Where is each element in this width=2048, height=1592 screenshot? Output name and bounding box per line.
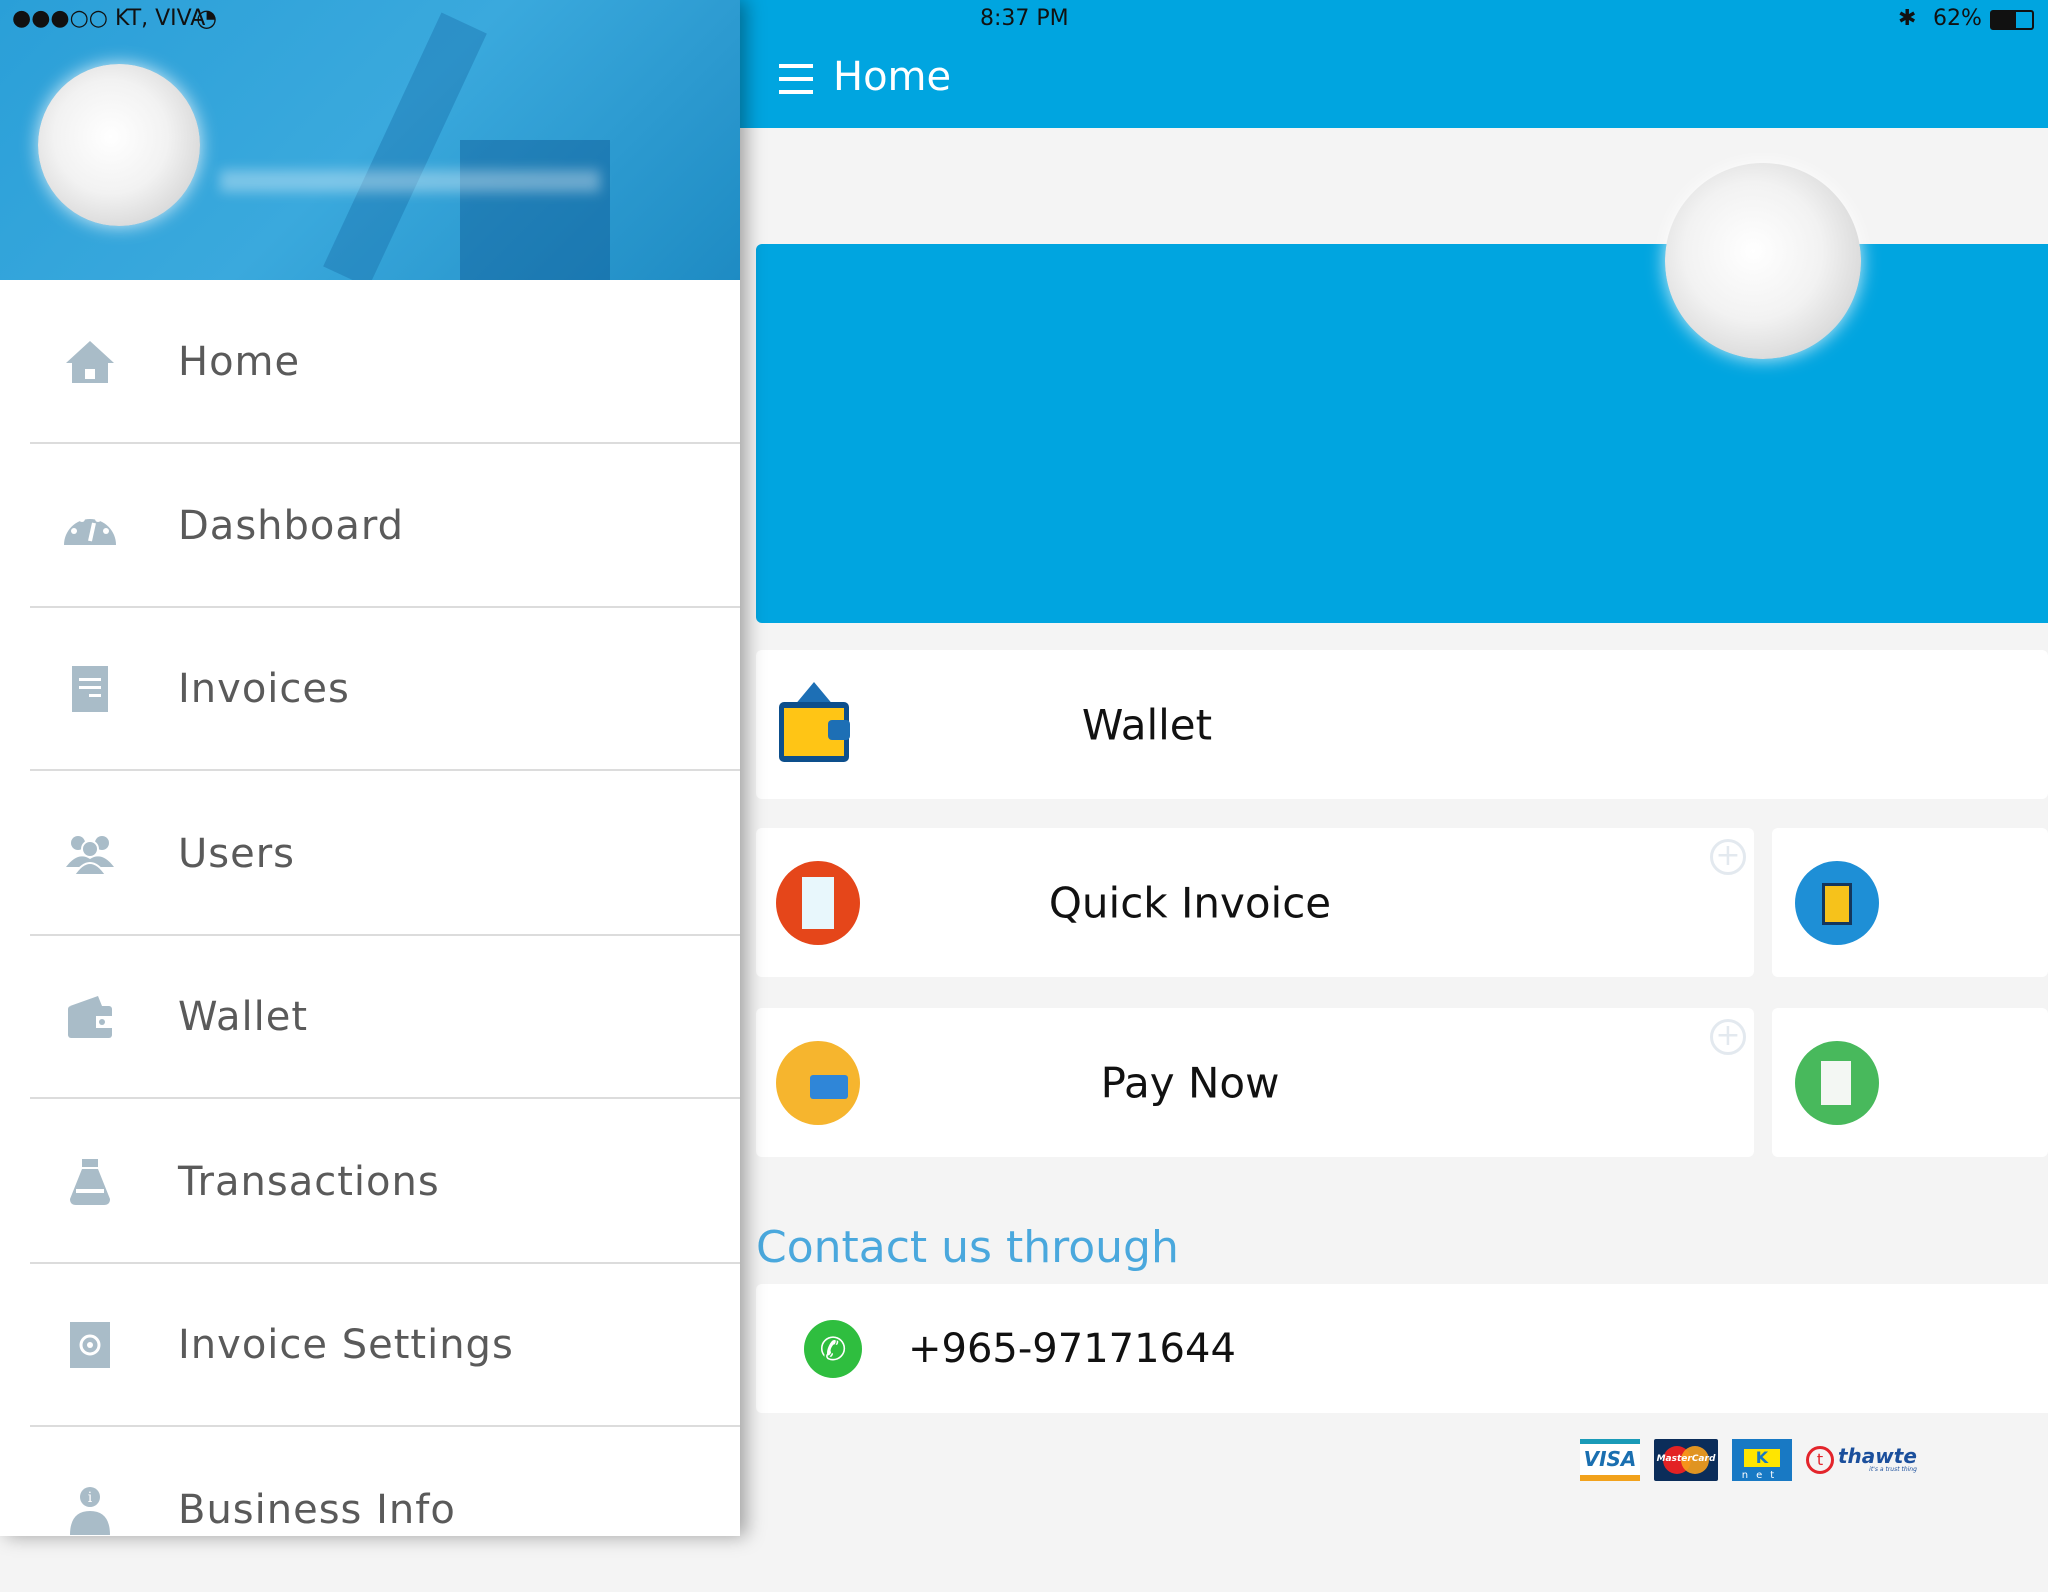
document-card[interactable] [1772, 1008, 2048, 1157]
whatsapp-contact[interactable]: ✆ +965-97171644 [756, 1284, 2048, 1413]
page-title: Home [833, 54, 952, 100]
wallet-label: Wallet [1081, 700, 1213, 749]
drawer-item-wallet[interactable]: Wallet [0, 935, 740, 1099]
battery-icon [1990, 10, 2034, 30]
drawer-item-invoices[interactable]: Invoices [0, 607, 740, 771]
dashboard-icon [64, 516, 116, 545]
receipt-icon [776, 860, 860, 945]
quick-invoice-label: Quick Invoice [1048, 878, 1332, 927]
navigation-drawer: ●●●○○ KT, VIVA ◔ Home Dashboard Invoices… [0, 0, 740, 1536]
contact-title: Contact us through [756, 1222, 1179, 1273]
battery-percent: 62% [1933, 6, 1982, 31]
logo-orb [38, 64, 200, 226]
drawer-item-invoice-settings[interactable]: Invoice Settings [0, 1263, 740, 1427]
drawer-item-label: Business Info [178, 1487, 456, 1533]
document-user-icon [1795, 1040, 1879, 1125]
add-icon[interactable]: + [1710, 1019, 1746, 1055]
drawer-item-users[interactable]: Users [0, 772, 740, 936]
drawer-item-label: Users [178, 831, 296, 877]
top-app-bar: 8:37 PM ✱ 62% Home [740, 0, 2048, 128]
credit-card-icon [776, 1040, 860, 1125]
svg-text:i: i [88, 1490, 93, 1506]
drawer-item-label: Transactions [178, 1159, 440, 1205]
drawer-header-image: ●●●○○ KT, VIVA ◔ [0, 0, 740, 280]
invoice-icon [72, 666, 108, 712]
carrier-status: ●●●○○ KT, VIVA [12, 6, 206, 31]
wifi-icon: ◔ [196, 4, 217, 32]
banner [756, 244, 2048, 623]
mastercard-logo: MasterCard [1654, 1438, 1718, 1481]
drawer-item-label: Dashboard [178, 503, 405, 549]
bluetooth-icon: ✱ [1898, 6, 1917, 31]
visa-logo: VISA [1580, 1438, 1640, 1481]
drawer-item-label: Invoices [178, 666, 350, 712]
logo-orb [1665, 163, 1861, 359]
pos-terminal-icon [1795, 860, 1879, 945]
drawer-item-label: Home [178, 339, 301, 385]
business-info-icon: i [70, 1487, 110, 1535]
thawte-logo: t thawte it's a trust thing [1806, 1445, 1917, 1474]
payment-logos: VISA MasterCard K net t thawte it's a tr… [1580, 1437, 1917, 1482]
status-time: 8:37 PM [980, 6, 1069, 31]
home-screen: 8:37 PM ✱ 62% Home Wallet Quick Invoice … [740, 0, 2048, 1536]
drawer-item-label: Invoice Settings [178, 1322, 514, 1368]
pay-now-card[interactable]: Pay Now + [756, 1008, 1754, 1157]
knet-logo: K net [1732, 1438, 1792, 1481]
add-icon[interactable]: + [1710, 839, 1746, 875]
drawer-item-business-info[interactable]: i Business Info [0, 1428, 740, 1592]
drawer-item-transactions[interactable]: Transactions [0, 1100, 740, 1264]
home-icon [66, 341, 114, 383]
wallet-card[interactable]: Wallet [756, 650, 2048, 799]
settings-icon [70, 1322, 110, 1368]
whatsapp-icon: ✆ [804, 1320, 862, 1378]
quick-invoice-card[interactable]: Quick Invoice + [756, 828, 1754, 977]
wallet-icon [68, 996, 112, 1038]
phone-number: +965-97171644 [908, 1326, 1236, 1372]
pay-now-label: Pay Now [1100, 1058, 1280, 1107]
drawer-item-label: Wallet [178, 994, 309, 1040]
pos-card[interactable] [1772, 828, 2048, 977]
hamburger-icon[interactable] [779, 64, 813, 94]
users-icon [66, 836, 114, 876]
drawer-item-dashboard[interactable]: Dashboard [0, 444, 740, 608]
wallet-icon [779, 682, 850, 762]
drawer-item-home[interactable]: Home [0, 280, 740, 444]
mastercard-text: MasterCard [1656, 1453, 1716, 1464]
money-bag-icon [70, 1159, 110, 1205]
